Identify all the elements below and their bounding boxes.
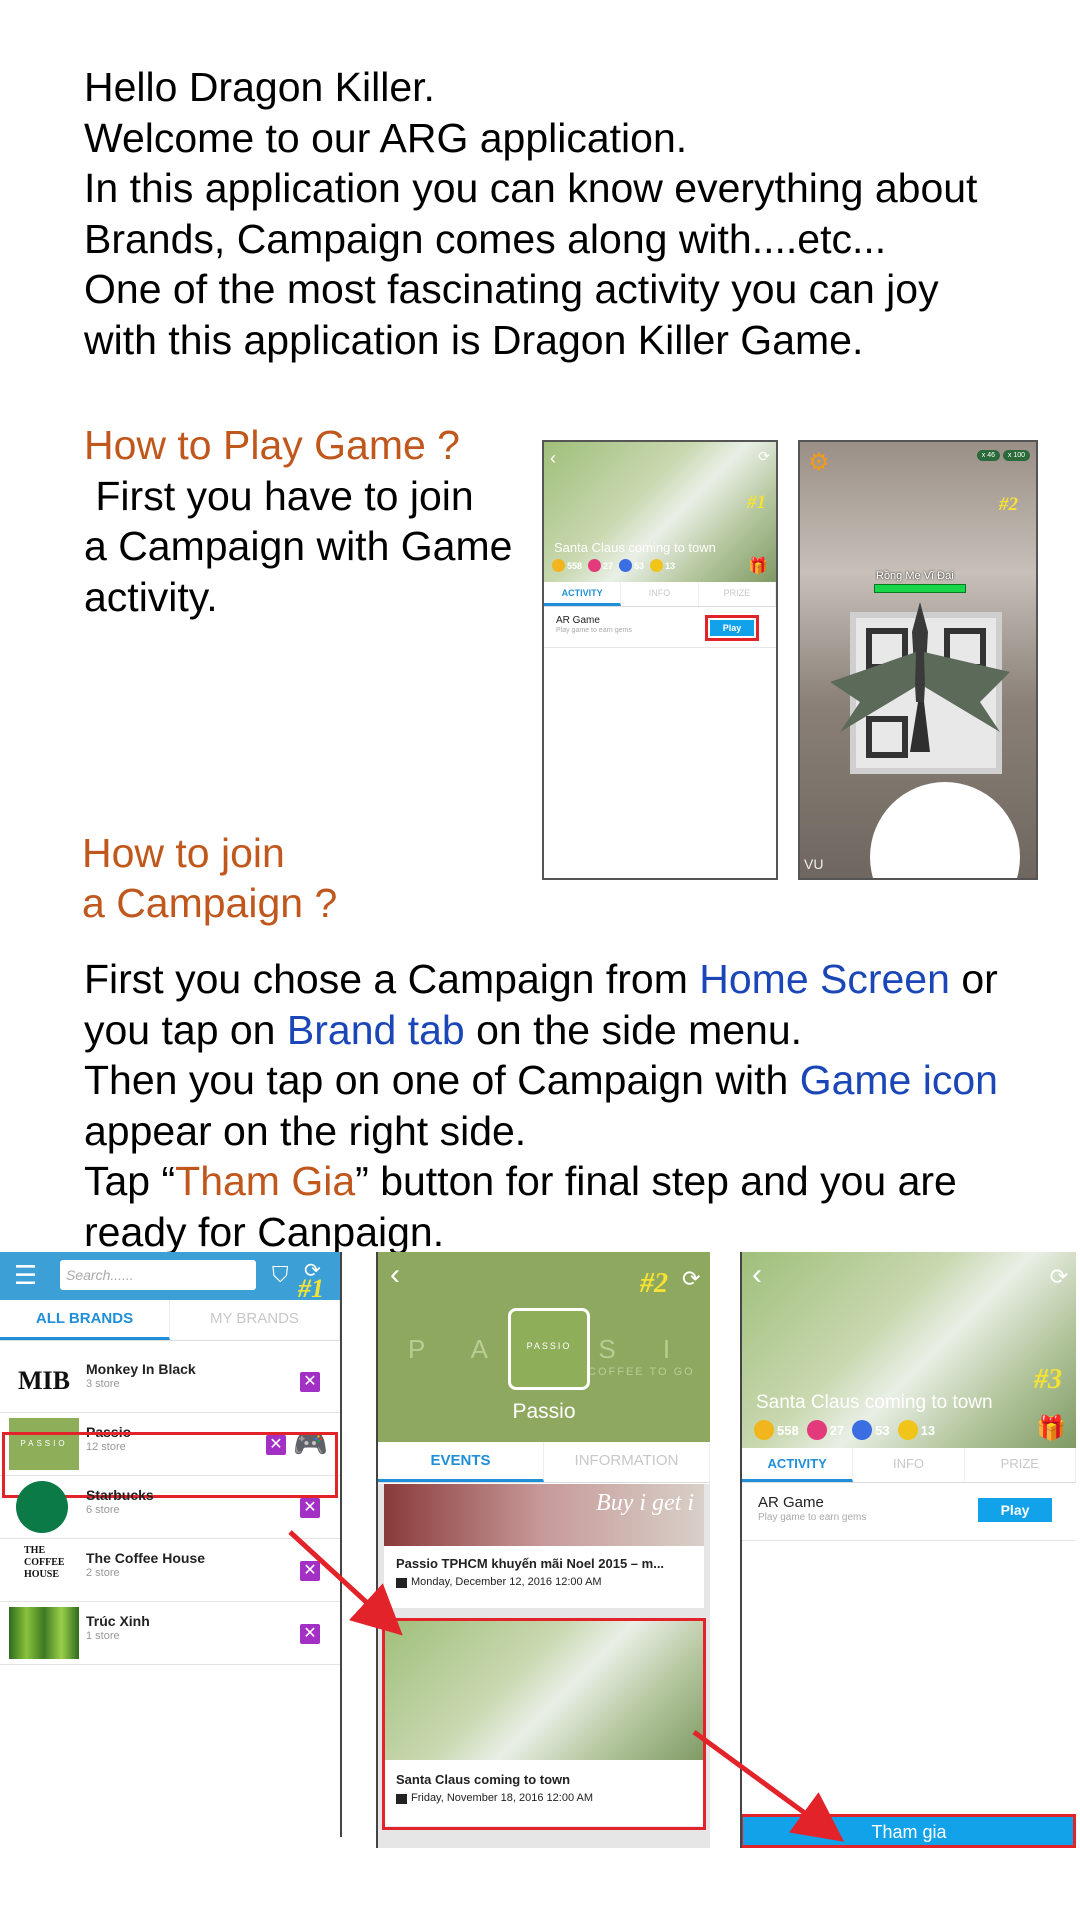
arrow-event-to-join: [692, 1729, 845, 1842]
arrow-brand-to-event: [288, 1530, 403, 1636]
arrows-overlay: [288, 1530, 845, 1842]
